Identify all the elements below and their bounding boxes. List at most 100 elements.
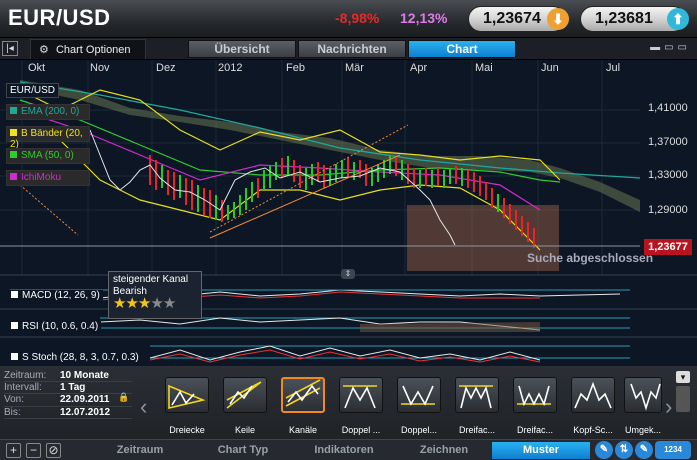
minus-icon[interactable]: −	[26, 443, 41, 458]
pattern-label: Kopf-Sc...	[573, 425, 613, 435]
pattern-label: Dreifac...	[516, 425, 553, 435]
double-top-pattern-icon	[339, 377, 383, 413]
pattern-item[interactable]: Doppel ...	[335, 377, 387, 435]
x-label: Mai	[475, 62, 493, 74]
x-label: Nov	[90, 62, 110, 74]
reset-icon[interactable]: ⊘	[46, 443, 61, 458]
pattern-label: Umgek...	[624, 425, 661, 435]
chart-canvas	[0, 60, 697, 363]
edit-icon[interactable]: ✎	[635, 441, 653, 459]
callout-title: steigender Kanal	[113, 274, 189, 285]
star-icon: ★	[162, 295, 176, 312]
restore-icon[interactable]: ▭	[664, 42, 677, 53]
x-label: Jul	[606, 62, 621, 74]
bottom-tab-bar: + − ⊘ Zeitraum Chart Typ Indikatoren Zei…	[0, 439, 697, 460]
sell-quote-button[interactable]: 1,23674 ⬇	[468, 6, 569, 32]
panel-splitter-icon[interactable]: ⇕	[341, 269, 355, 279]
macd-swatch	[11, 291, 18, 298]
buy-price: 1,23681	[595, 10, 653, 27]
arrow-down-icon: ⬇	[547, 8, 569, 30]
legend-ichimoku[interactable]: IchiMoku	[6, 170, 90, 186]
scroll-thumb[interactable]	[676, 386, 690, 412]
macd-label: MACD (12, 26, 9)	[8, 290, 103, 301]
plus-icon[interactable]: +	[6, 443, 21, 458]
tab-chart-typ[interactable]: Chart Typ	[194, 442, 292, 459]
lock-icon[interactable]: 🔒	[118, 392, 129, 403]
star-icon: ★	[150, 295, 163, 312]
pattern-item[interactable]: Keile	[219, 377, 271, 435]
tab-muster[interactable]: Muster	[492, 442, 590, 459]
rsi-text: RSI (10, 0.6, 0.4)	[22, 321, 99, 332]
tab-chart[interactable]: Chart	[408, 40, 516, 58]
header-bar: EUR/USD -8,98% 12,13% 1,23674 ⬇ 1,23681 …	[0, 0, 697, 38]
tab-zeitraum[interactable]: Zeitraum	[86, 442, 194, 459]
y-label: 1,37000	[648, 136, 688, 148]
info-value: 12.07.2012	[60, 406, 111, 418]
legend-ema[interactable]: EMA (200, 0)	[6, 104, 90, 120]
bollinger-color-swatch	[10, 129, 17, 136]
app-window: EUR/USD -8,98% 12,13% 1,23674 ⬇ 1,23681 …	[0, 0, 697, 460]
star-icon: ★	[113, 295, 126, 312]
pattern-callout[interactable]: steigender Kanal Bearish ★★★★★	[108, 271, 202, 319]
ema-color-swatch	[10, 107, 17, 114]
tab-indikatoren[interactable]: Indikatoren	[292, 442, 396, 459]
x-label: Jun	[541, 62, 559, 74]
pattern-item[interactable]: Dreiecke	[161, 377, 213, 435]
info-key: Bis:	[4, 406, 21, 418]
wedge-pattern-icon	[223, 377, 267, 413]
change-positive: 12,13%	[400, 10, 448, 26]
pattern-label: Kanäle	[288, 425, 318, 435]
chart-options-button[interactable]: ⚙ Chart Optionen	[30, 39, 146, 59]
chevron-left-icon[interactable]: ‹	[140, 394, 147, 420]
tab-zeichnen[interactable]: Zeichnen	[396, 442, 492, 459]
pencil-icon[interactable]: ✎	[595, 441, 613, 459]
pattern-label: Keile	[234, 425, 255, 435]
sma-label: SMA (50, 0)	[21, 150, 74, 161]
info-value: 10 Monate	[60, 370, 109, 381]
instrument-label: EUR/USD	[6, 83, 60, 98]
tab-overview[interactable]: Übersicht	[188, 40, 296, 58]
x-label: Apr	[410, 62, 428, 74]
info-key: Zeitraum:	[4, 370, 47, 381]
buy-quote-button[interactable]: 1,23681 ⬆	[580, 6, 689, 32]
y-label: 1,41000	[648, 102, 688, 114]
pattern-label: Doppel ...	[341, 425, 381, 435]
stoch-text: S Stoch (28, 8, 3, 0.7, 0.3)	[22, 352, 139, 363]
tab-bar: |◂ ⚙ Chart Optionen Übersicht Nachrichte…	[0, 38, 697, 60]
count-badge[interactable]: 1234	[655, 441, 691, 459]
pattern-item-selected[interactable]: Kanäle	[277, 377, 329, 435]
legend-sma[interactable]: SMA (50, 0)	[6, 148, 90, 164]
panel-toggle-icon[interactable]: ▾	[676, 371, 690, 383]
tab-news[interactable]: Nachrichten	[298, 40, 406, 58]
x-label: Mär	[345, 62, 364, 74]
sort-icon[interactable]: ⇅	[615, 441, 633, 459]
chevron-right-icon[interactable]: ›	[665, 394, 672, 420]
sell-price: 1,23674	[483, 10, 541, 27]
legend-bollinger[interactable]: B Bänder (20, 2)	[6, 126, 90, 150]
star-icon: ★	[125, 295, 138, 312]
triple-bottom-pattern-icon	[513, 377, 557, 413]
close-icon[interactable]: ▭	[678, 42, 691, 53]
collapse-panel-icon[interactable]: |◂	[2, 41, 18, 56]
chart-options-label: Chart Optionen	[55, 44, 131, 56]
pattern-item[interactable]: Doppel...	[393, 377, 445, 435]
arrow-up-icon: ⬆	[667, 8, 689, 30]
pattern-item[interactable]: Kopf-Sc...	[567, 377, 619, 435]
window-controls[interactable]: ▬▭▭	[650, 42, 691, 53]
range-info: Zeitraum: 10 Monate Intervall: 1 Tag Von: 2…	[4, 370, 132, 419]
gear-icon: ⚙	[39, 44, 49, 56]
triple-top-pattern-icon	[455, 377, 499, 413]
pattern-item[interactable]: Dreifac...	[451, 377, 503, 435]
price-chart[interactable]: Okt Nov Dez 2012 Feb Mär Apr Mai Jun Jul…	[0, 60, 697, 366]
ema-label: EMA (200, 0)	[21, 106, 80, 117]
minimize-icon[interactable]: ▬	[650, 42, 664, 53]
rating-stars: ★★★★★	[113, 295, 197, 312]
pattern-label: Doppel...	[400, 425, 438, 435]
pattern-item[interactable]: Dreifac...	[509, 377, 561, 435]
x-label: 2012	[218, 62, 243, 74]
pattern-item[interactable]: Umgek...	[623, 377, 663, 435]
star-icon: ★	[137, 295, 151, 312]
rsi-label: RSI (10, 0.6, 0.4)	[8, 321, 102, 332]
pattern-label: Dreiecke	[169, 425, 205, 435]
macd-text: MACD (12, 26, 9)	[22, 290, 100, 301]
